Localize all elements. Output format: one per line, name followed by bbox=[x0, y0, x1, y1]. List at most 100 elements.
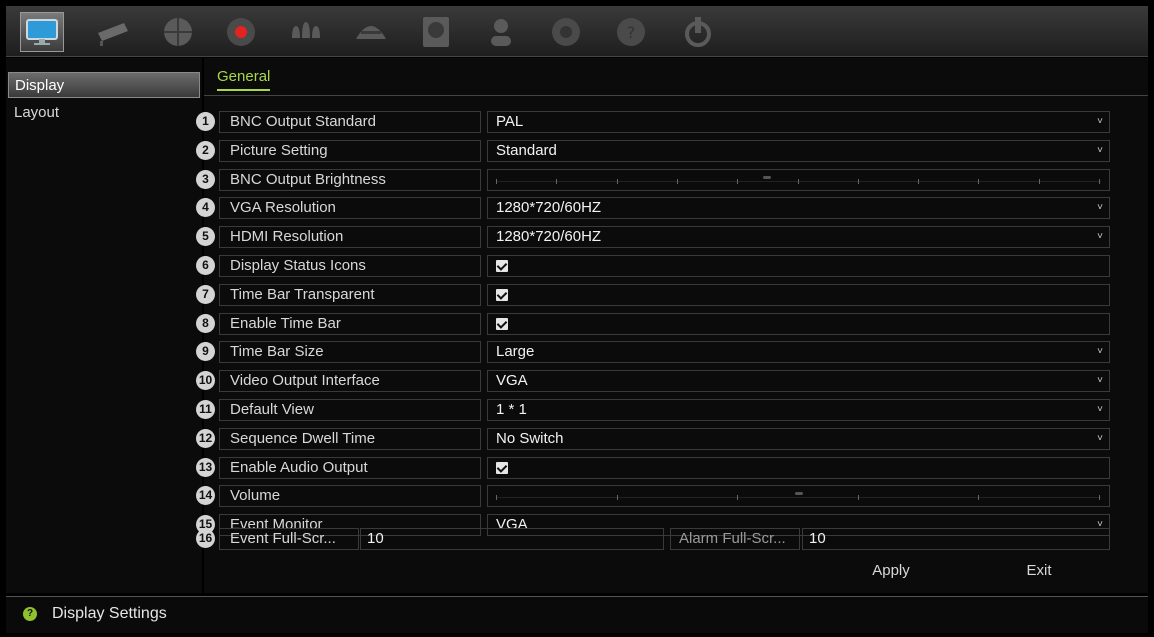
settings-panel: General 1 BNC Output Standard PAL ˅ 2 Picture… bbox=[196, 58, 1148, 593]
help-icon[interactable]: ? bbox=[611, 12, 651, 52]
user-icon[interactable] bbox=[481, 12, 521, 52]
chevron-down-icon: ˅ bbox=[1097, 231, 1103, 242]
setting-label: Enable Time Bar bbox=[219, 313, 481, 335]
settings-row: 10 Video Output Interface VGA ˅ bbox=[196, 368, 1110, 394]
checkbox[interactable] bbox=[496, 462, 508, 474]
setting-dropdown[interactable]: No Switch ˅ bbox=[487, 428, 1110, 450]
dropdown-value: VGA bbox=[496, 372, 528, 389]
device-icon[interactable] bbox=[351, 12, 391, 52]
slider-tick bbox=[1099, 495, 1100, 500]
event-fullscreen-label: Event Full-Scr... bbox=[219, 528, 359, 550]
settings-row: 8 Enable Time Bar bbox=[196, 311, 1110, 337]
row-number-badge: 1 bbox=[196, 112, 215, 131]
sidebar: Display Layout bbox=[6, 58, 202, 593]
slider-track bbox=[496, 497, 1101, 498]
slider-track bbox=[496, 181, 1101, 182]
apply-button[interactable]: Apply bbox=[826, 556, 956, 586]
setting-dropdown[interactable]: PAL ˅ bbox=[487, 111, 1110, 133]
setting-label: Video Output Interface bbox=[219, 370, 481, 392]
settings-row: 12 Sequence Dwell Time No Switch ˅ bbox=[196, 426, 1110, 452]
dropdown-value: 1280*720/60HZ bbox=[496, 228, 602, 245]
chevron-down-icon: ˅ bbox=[1097, 433, 1103, 444]
setting-checkbox-field[interactable] bbox=[487, 313, 1110, 335]
setting-label: BNC Output Standard bbox=[219, 111, 481, 133]
setting-dropdown[interactable]: 1280*720/60HZ ˅ bbox=[487, 197, 1110, 219]
setting-label: Default View bbox=[219, 399, 481, 421]
chevron-down-icon: ˅ bbox=[1097, 346, 1103, 357]
row-number-badge: 13 bbox=[196, 458, 215, 477]
slider-tick bbox=[737, 495, 739, 500]
settings-row: 4 VGA Resolution 1280*720/60HZ ˅ bbox=[196, 195, 1110, 221]
settings-row: 14 Volume bbox=[196, 483, 1110, 509]
svg-text:?: ? bbox=[627, 23, 636, 42]
setting-dropdown[interactable]: VGA ˅ bbox=[487, 370, 1110, 392]
help-icon: ? bbox=[23, 607, 37, 621]
monitor-icon[interactable] bbox=[20, 12, 64, 52]
row-number-badge: 6 bbox=[196, 256, 215, 275]
top-menu-bar: ? bbox=[6, 6, 1148, 57]
storage-icon[interactable] bbox=[416, 12, 456, 52]
slider-tick bbox=[1038, 179, 1040, 184]
row-number-badge: 2 bbox=[196, 141, 215, 160]
setting-checkbox-field[interactable] bbox=[487, 457, 1110, 479]
network-icon[interactable] bbox=[158, 12, 198, 52]
settings-row: 6 Display Status Icons bbox=[196, 253, 1110, 279]
chevron-down-icon: ˅ bbox=[1097, 404, 1103, 415]
checkbox[interactable] bbox=[496, 289, 508, 301]
slider-tick bbox=[616, 179, 618, 184]
setting-slider[interactable] bbox=[487, 485, 1110, 507]
sidebar-item-display[interactable]: Display bbox=[8, 72, 200, 98]
row-number-badge: 8 bbox=[196, 314, 215, 333]
dropdown-value: Large bbox=[496, 343, 535, 360]
row-number-badge: 5 bbox=[196, 227, 215, 246]
setting-label: Sequence Dwell Time bbox=[219, 428, 481, 450]
chevron-down-icon: ˅ bbox=[1097, 116, 1103, 127]
dropdown-value: PAL bbox=[496, 113, 524, 130]
setting-label: Picture Setting bbox=[219, 140, 481, 162]
dropdown-value: 1280*720/60HZ bbox=[496, 199, 602, 216]
record-icon[interactable] bbox=[221, 12, 261, 52]
power-icon[interactable] bbox=[678, 12, 718, 52]
system-icon[interactable] bbox=[546, 12, 586, 52]
row-number-badge: 12 bbox=[196, 429, 215, 448]
setting-dropdown[interactable]: 1280*720/60HZ ˅ bbox=[487, 226, 1110, 248]
sidebar-item-layout[interactable]: Layout bbox=[8, 100, 200, 126]
chevron-down-icon: ˅ bbox=[1097, 145, 1103, 156]
setting-label: Volume bbox=[219, 485, 481, 507]
settings-row: 1 BNC Output Standard PAL ˅ bbox=[196, 109, 1110, 135]
settings-row: 2 Picture Setting Standard ˅ bbox=[196, 138, 1110, 164]
exit-button[interactable]: Exit bbox=[974, 556, 1104, 586]
alarm-icon[interactable] bbox=[286, 12, 326, 52]
chevron-down-icon: ˅ bbox=[1097, 202, 1103, 213]
tab-general[interactable]: General bbox=[217, 68, 271, 91]
dropdown-value: 1 * 1 bbox=[496, 401, 527, 418]
setting-label: Display Status Icons bbox=[219, 255, 481, 277]
setting-label: Time Bar Size bbox=[219, 341, 481, 363]
alarm-fullscreen-label: Alarm Full-Scr... bbox=[670, 528, 800, 550]
setting-checkbox-field[interactable] bbox=[487, 255, 1110, 277]
slider-handle[interactable] bbox=[795, 492, 803, 495]
row-number-badge: 10 bbox=[196, 371, 215, 390]
checkbox[interactable] bbox=[496, 318, 508, 330]
alarm-fullscreen-input[interactable]: 10 bbox=[802, 528, 1110, 550]
row-number-badge: 16 bbox=[196, 529, 215, 548]
setting-dropdown[interactable]: 1 * 1 ˅ bbox=[487, 399, 1110, 421]
camera-icon[interactable] bbox=[94, 12, 134, 52]
event-fullscreen-input[interactable]: 10 bbox=[360, 528, 664, 550]
setting-label: HDMI Resolution bbox=[219, 226, 481, 248]
setting-dropdown[interactable]: Standard ˅ bbox=[487, 140, 1110, 162]
slider-tick bbox=[676, 179, 678, 184]
slider-tick bbox=[616, 495, 618, 500]
setting-slider[interactable] bbox=[487, 169, 1110, 191]
slider-tick bbox=[857, 179, 859, 184]
settings-row: 3 BNC Output Brightness bbox=[196, 167, 1110, 193]
slider-handle[interactable] bbox=[763, 176, 771, 179]
slider-tick bbox=[797, 179, 799, 184]
slider-tick bbox=[556, 179, 558, 184]
settings-row: 11 Default View 1 * 1 ˅ bbox=[196, 397, 1110, 423]
dropdown-value: Standard bbox=[496, 142, 557, 159]
checkbox[interactable] bbox=[496, 260, 508, 272]
setting-checkbox-field[interactable] bbox=[487, 284, 1110, 306]
setting-dropdown[interactable]: Large ˅ bbox=[487, 341, 1110, 363]
row-number-badge: 9 bbox=[196, 342, 215, 361]
